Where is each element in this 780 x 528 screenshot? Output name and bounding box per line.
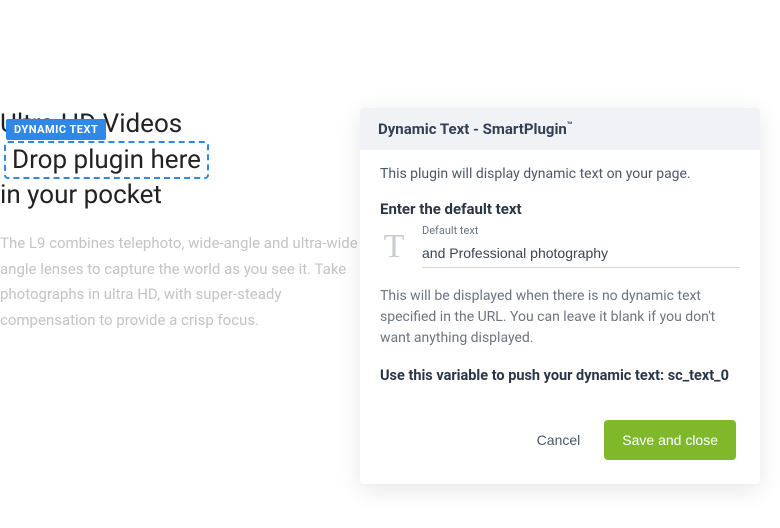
panel-title: Dynamic Text - SmartPlugin™ xyxy=(360,108,760,150)
variable-instruction: Use this variable to push your dynamic t… xyxy=(380,367,740,384)
cancel-button[interactable]: Cancel xyxy=(531,422,587,458)
panel-description: This plugin will display dynamic text on… xyxy=(380,166,740,182)
plugin-dropzone[interactable]: DYNAMIC TEXT Drop plugin here xyxy=(4,141,209,179)
help-text: This will be displayed when there is no … xyxy=(380,286,740,349)
headline: Ultra HD Videos DYNAMIC TEXT Drop plugin… xyxy=(0,117,209,207)
plugin-placeholder-text: Drop plugin here xyxy=(12,145,201,175)
text-icon: T xyxy=(380,230,408,268)
plugin-config-panel: Dynamic Text - SmartPlugin™ This plugin … xyxy=(360,108,760,484)
trademark-symbol: ™ xyxy=(567,121,573,131)
default-text-row: T Default text xyxy=(380,224,740,268)
variable-name: sc_text_0 xyxy=(668,367,729,384)
page-content: Ultra HD Videos DYNAMIC TEXT Drop plugin… xyxy=(0,108,360,333)
body-text: The L9 combines telephoto, wide-angle an… xyxy=(0,231,360,333)
save-and-close-button[interactable]: Save and close xyxy=(604,420,736,460)
headline-post: in your pocket xyxy=(0,180,162,210)
panel-title-main: Dynamic Text - SmartPlugin xyxy=(378,120,567,138)
default-text-input[interactable] xyxy=(422,239,740,268)
default-text-label: Default text xyxy=(422,224,740,237)
panel-actions: Cancel Save and close xyxy=(380,412,740,470)
variable-prefix: Use this variable to push your dynamic t… xyxy=(380,367,668,384)
plugin-badge: DYNAMIC TEXT xyxy=(6,119,106,140)
section-label: Enter the default text xyxy=(380,200,740,218)
